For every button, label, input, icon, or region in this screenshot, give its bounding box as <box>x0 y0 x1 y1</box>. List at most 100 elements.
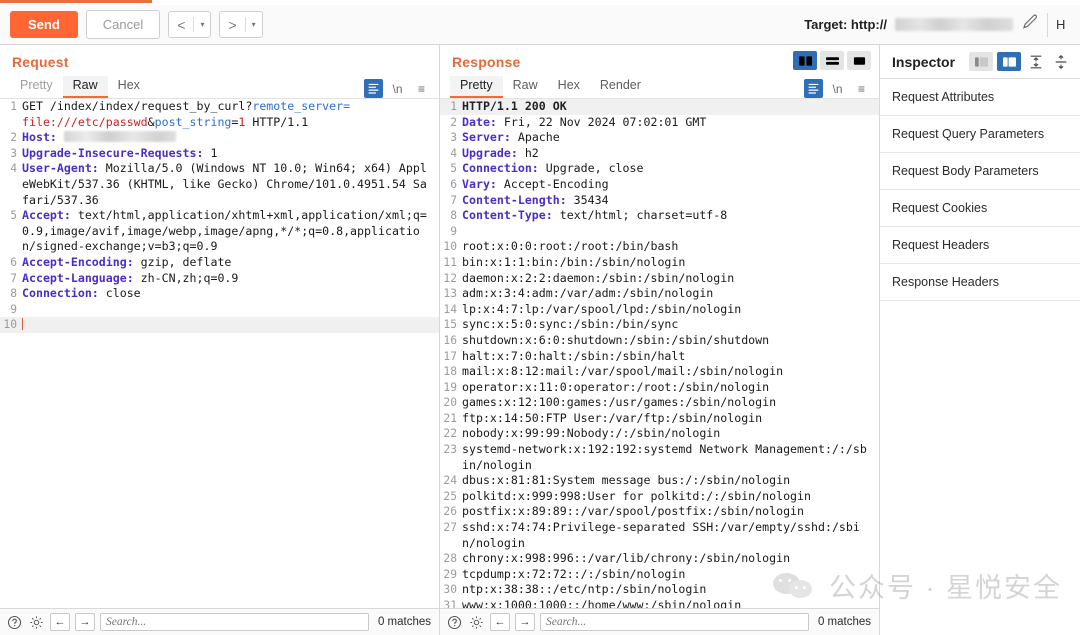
settings-gear-icon[interactable] <box>468 614 485 631</box>
line-number: 14 <box>443 302 457 316</box>
collapse-all-icon[interactable] <box>1025 52 1046 72</box>
search-forward-button[interactable]: → <box>75 613 95 631</box>
line-number: 6 <box>450 177 457 191</box>
previous-request-button[interactable]: < ▾ <box>168 11 212 38</box>
response-format-icon[interactable] <box>804 79 823 98</box>
divider <box>1047 12 1048 37</box>
code-line: 27 sshd:x:74:74:Privilege-separated SSH:/… <box>440 520 879 551</box>
code-line: 19 operator:x:11:0:operator:/root:/sbin/n… <box>440 380 879 396</box>
line-text: bin:x:1:1:bin:/bin:/sbin/nologin <box>462 254 686 269</box>
request-search-input[interactable] <box>100 613 369 631</box>
code-line: 10 <box>0 317 439 333</box>
chevron-down-icon: ▾ <box>251 20 256 29</box>
line-text: Vary: Accept-Encoding <box>462 176 609 191</box>
target-label: Target: http:// <box>804 17 887 32</box>
inspector-section-request-cookies[interactable]: Request Cookies <box>880 190 1080 227</box>
code-line: 29 tcpdump:x:72:72::/:/sbin/nologin <box>440 567 879 583</box>
inspector-section-response-headers[interactable]: Response Headers <box>880 264 1080 301</box>
code-line: 4 User-Agent: Mozilla/5.0 (Windows NT 10.… <box>0 161 439 208</box>
cancel-button[interactable]: Cancel <box>85 10 161 39</box>
chevron-down-icon: ▾ <box>200 20 205 29</box>
response-search-input[interactable] <box>540 613 809 631</box>
expand-all-icon[interactable] <box>1051 52 1072 72</box>
inspector-section-request-query-parameters[interactable]: Request Query Parameters <box>880 116 1080 153</box>
line-text: mail:x:8:12:mail:/var/spool/mail:/sbin/n… <box>462 364 784 379</box>
line-text: www:x:1000:1000::/home/www:/sbin/nologin <box>462 598 742 608</box>
line-text: polkitd:x:999:998:User for polkitd:/:/sb… <box>462 488 812 503</box>
line-number: 13 <box>443 287 457 301</box>
line-number: 23 <box>443 443 457 457</box>
line-text: Accept-Encoding: gzip, deflate <box>22 254 232 269</box>
line-number: 18 <box>443 365 457 379</box>
line-number: 26 <box>443 505 457 519</box>
layout-single-button[interactable] <box>847 51 871 70</box>
tab-request-raw[interactable]: Raw <box>62 76 108 98</box>
code-line: 9 <box>440 224 879 240</box>
code-line: 25 polkitd:x:999:998:User for polkitd:/:/… <box>440 489 879 505</box>
send-button[interactable]: Send <box>10 11 78 38</box>
line-text: chrony:x:998:996::/var/lib/chrony:/sbin/… <box>462 551 791 566</box>
tab-request-pretty[interactable]: Pretty <box>10 76 63 98</box>
tab-response-hex[interactable]: Hex <box>548 76 590 98</box>
help-icon[interactable] <box>6 614 23 631</box>
settings-gear-icon[interactable] <box>28 614 45 631</box>
line-number: 8 <box>450 209 457 223</box>
tab-response-raw[interactable]: Raw <box>503 76 548 98</box>
request-editor[interactable]: 1 GET /index/index/request_by_curl?remote… <box>0 98 439 608</box>
tab-response-pretty[interactable]: Pretty <box>450 76 503 98</box>
edit-target-pencil-icon[interactable] <box>1021 13 1039 36</box>
response-menu-icon[interactable]: ≡ <box>852 79 871 98</box>
line-text: adm:x:3:4:adm:/var/adm:/sbin/nologin <box>462 286 714 301</box>
code-line: 26 postfix:x:89:89::/var/spool/postfix:/s… <box>440 504 879 520</box>
line-number: 28 <box>443 552 457 566</box>
response-editor[interactable]: 1 HTTP/1.1 200 OK 2 Date: Fri, 22 Nov 2024 … <box>440 98 879 608</box>
help-icon[interactable] <box>446 614 463 631</box>
request-format-icon[interactable] <box>364 79 383 98</box>
layout-stacked-button[interactable] <box>820 51 844 70</box>
tab-request-hex[interactable]: Hex <box>108 76 150 98</box>
inspector-section-request-attributes[interactable]: Request Attributes <box>880 79 1080 116</box>
line-text: shutdown:x:6:0:shutdown:/sbin:/sbin/shut… <box>462 332 770 347</box>
code-line: 14 lp:x:4:7:lp:/var/spool/lpd:/sbin/nolog… <box>440 302 879 318</box>
inspector-pane: Inspector Request Attributes Request Que… <box>880 45 1080 635</box>
request-newline-icon[interactable]: \n <box>388 79 407 98</box>
code-line: 2 Date: Fri, 22 Nov 2024 07:02:01 GMT <box>440 115 879 131</box>
line-number: 4 <box>10 162 17 176</box>
search-back-button[interactable]: ← <box>50 613 70 631</box>
line-number: 21 <box>443 411 457 425</box>
line-number: 19 <box>443 380 457 394</box>
inspector-expand-view-button[interactable] <box>997 52 1022 71</box>
line-number: 31 <box>443 599 457 608</box>
inspector-section-request-body-parameters[interactable]: Request Body Parameters <box>880 153 1080 190</box>
http-version-label: H <box>1056 17 1066 32</box>
response-newline-icon[interactable]: \n <box>828 79 847 98</box>
line-text: daemon:x:2:2:daemon:/sbin:/sbin/nologin <box>462 270 735 285</box>
code-line: 5 Accept: text/html,application/xhtml+xml… <box>0 208 439 255</box>
search-forward-button[interactable]: → <box>515 613 535 631</box>
inspector-collapse-view-button[interactable] <box>969 52 994 71</box>
search-back-button[interactable]: ← <box>490 613 510 631</box>
line-number: 6 <box>10 255 17 269</box>
line-text: dbus:x:81:81:System message bus:/:/sbin/… <box>462 473 791 488</box>
code-line: 13 adm:x:3:4:adm:/var/adm:/sbin/nologin <box>440 286 879 302</box>
request-menu-icon[interactable]: ≡ <box>412 79 431 98</box>
line-number: 30 <box>443 583 457 597</box>
next-request-button[interactable]: > ▾ <box>219 11 263 38</box>
response-pane: Response Pretty Raw Hex Render \n ≡ 1 HTT… <box>440 45 880 635</box>
inspector-section-request-headers[interactable]: Request Headers <box>880 227 1080 264</box>
line-text: HTTP/1.1 200 OK <box>462 99 567 113</box>
line-number: 24 <box>443 474 457 488</box>
line-number: 20 <box>443 396 457 410</box>
code-line: 5 Connection: Upgrade, close <box>440 161 879 177</box>
tab-response-render[interactable]: Render <box>590 76 651 98</box>
repeater-toolbar: Send Cancel < ▾ > ▾ Target: http:// H <box>0 5 1080 45</box>
line-text: Server: Apache <box>462 130 560 145</box>
layout-side-by-side-button[interactable] <box>793 51 817 70</box>
code-line: 1 GET /index/index/request_by_curl?remote… <box>0 99 439 115</box>
code-line: 3 Server: Apache <box>440 130 879 146</box>
line-text <box>22 317 439 333</box>
code-line: 4 Upgrade: h2 <box>440 146 879 162</box>
code-line: 11 bin:x:1:1:bin:/bin:/sbin/nologin <box>440 255 879 271</box>
line-text: games:x:12:100:games:/usr/games:/sbin/no… <box>462 395 777 410</box>
line-number: 7 <box>450 193 457 207</box>
